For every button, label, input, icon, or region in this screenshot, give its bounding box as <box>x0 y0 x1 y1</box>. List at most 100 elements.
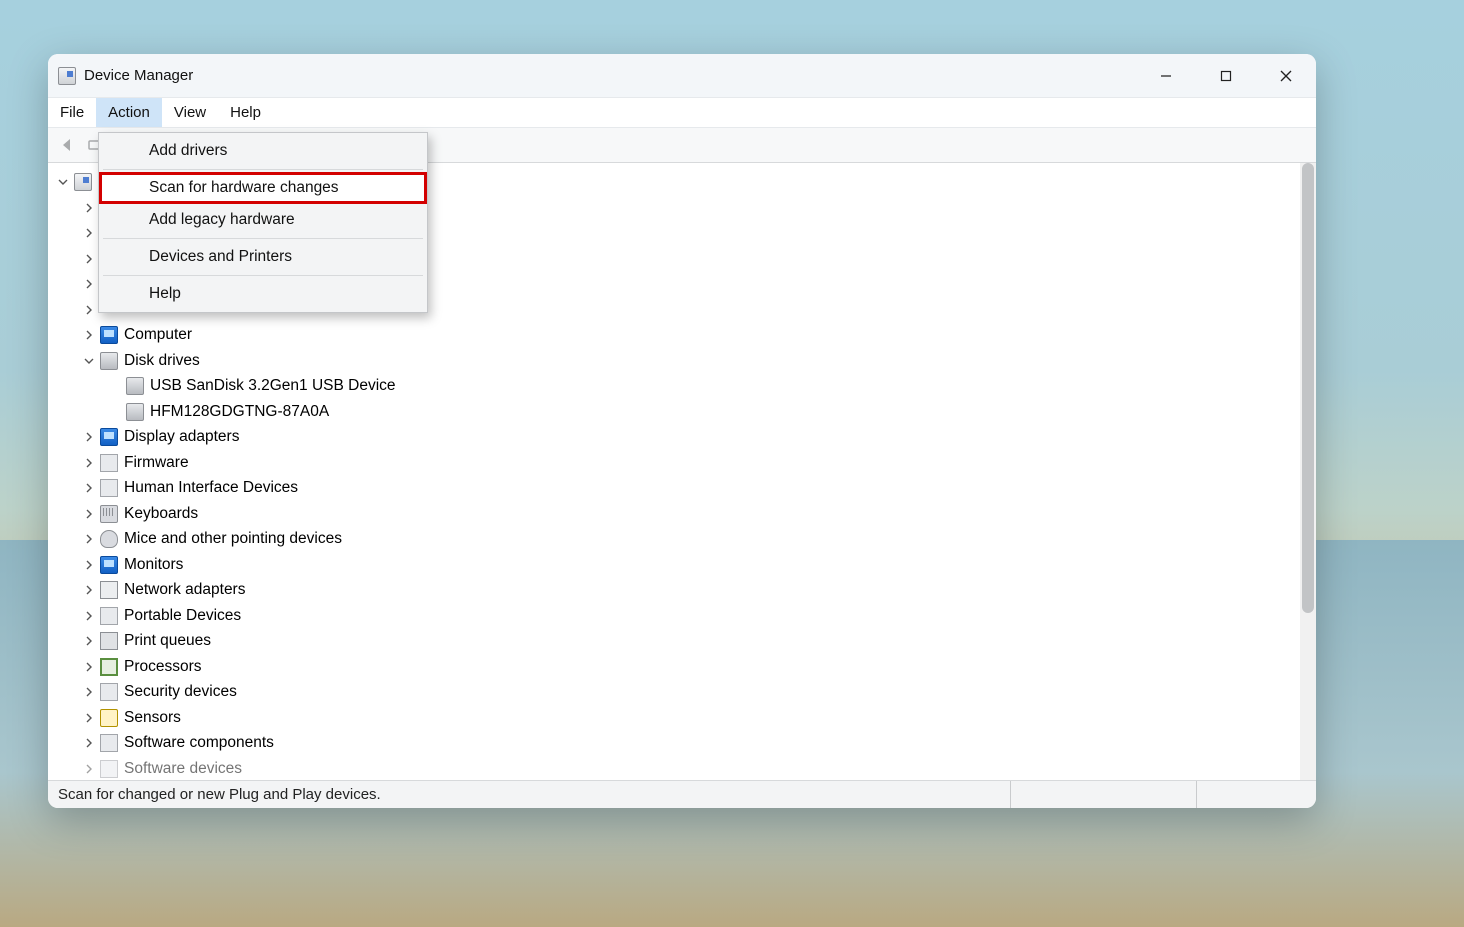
tree-node-mice[interactable]: Mice and other pointing devices <box>54 526 1312 552</box>
tree-label: Network adapters <box>124 581 245 599</box>
tree-node-sensors[interactable]: Sensors <box>54 705 1312 731</box>
menu-item-scan-hardware[interactable]: Scan for hardware changes <box>99 172 427 204</box>
tree-node-display[interactable]: Display adapters <box>54 424 1312 450</box>
tree-label: Sensors <box>124 709 181 727</box>
menu-item-add-drivers[interactable]: Add drivers <box>99 135 427 167</box>
device-manager-window: Device Manager File Action View Help <box>48 54 1316 808</box>
close-button[interactable] <box>1256 54 1316 98</box>
chevron-right-icon[interactable] <box>82 609 96 623</box>
tree-node-firmware[interactable]: Firmware <box>54 450 1312 476</box>
chevron-right-icon[interactable] <box>82 481 96 495</box>
chevron-right-icon[interactable] <box>82 660 96 674</box>
menu-separator <box>103 238 423 239</box>
chevron-right-icon[interactable] <box>82 711 96 725</box>
vertical-scrollbar[interactable] <box>1300 163 1316 780</box>
tree-node-processors[interactable]: Processors <box>54 654 1312 680</box>
chevron-down-icon[interactable] <box>56 175 70 189</box>
tree-node-security[interactable]: Security devices <box>54 679 1312 705</box>
tree-label: Print queues <box>124 632 211 650</box>
tree-label: Software components <box>124 734 274 752</box>
chevron-right-icon[interactable] <box>82 762 96 776</box>
computer-root-icon <box>74 173 92 191</box>
action-menu-dropdown: Add drivers Scan for hardware changes Ad… <box>98 132 428 313</box>
software-components-icon <box>100 734 118 752</box>
close-icon <box>1280 70 1292 82</box>
tree-node-print[interactable]: Print queues <box>54 628 1312 654</box>
tree-node-hid[interactable]: Human Interface Devices <box>54 475 1312 501</box>
tree-label: Portable Devices <box>124 607 241 625</box>
chevron-right-icon[interactable] <box>82 303 96 317</box>
disk-icon <box>126 377 144 395</box>
menu-help[interactable]: Help <box>218 98 273 127</box>
mice-icon <box>100 530 118 548</box>
minimize-icon <box>1160 70 1172 82</box>
tree-label: Monitors <box>124 556 183 574</box>
security-devices-icon <box>100 683 118 701</box>
chevron-right-icon[interactable] <box>82 328 96 342</box>
display-adapters-icon <box>100 428 118 446</box>
window-title: Device Manager <box>84 67 193 84</box>
print-queues-icon <box>100 632 118 650</box>
menu-item-devices-printers[interactable]: Devices and Printers <box>99 241 427 273</box>
minimize-button[interactable] <box>1136 54 1196 98</box>
chevron-right-icon[interactable] <box>82 226 96 240</box>
menu-separator <box>103 169 423 170</box>
status-text: Scan for changed or new Plug and Play de… <box>48 786 381 803</box>
menu-separator <box>103 275 423 276</box>
maximize-icon <box>1220 70 1232 82</box>
tree-label: USB SanDisk 3.2Gen1 USB Device <box>150 377 396 395</box>
tree-node-software-components[interactable]: Software components <box>54 730 1312 756</box>
menu-action[interactable]: Action <box>96 98 162 127</box>
arrow-left-icon <box>58 136 76 154</box>
firmware-icon <box>100 454 118 472</box>
tree-node-network[interactable]: Network adapters <box>54 577 1312 603</box>
computer-icon <box>100 326 118 344</box>
hid-icon <box>100 479 118 497</box>
portable-devices-icon <box>100 607 118 625</box>
tree-label: Firmware <box>124 454 189 472</box>
chevron-right-icon[interactable] <box>82 430 96 444</box>
chevron-right-icon[interactable] <box>82 532 96 546</box>
chevron-right-icon[interactable] <box>82 456 96 470</box>
tree-label: Computer <box>124 326 192 344</box>
chevron-right-icon[interactable] <box>82 583 96 597</box>
sensors-icon <box>100 709 118 727</box>
menu-item-help[interactable]: Help <box>99 278 427 310</box>
tree-label: Mice and other pointing devices <box>124 530 342 548</box>
tree-node-disk-drives[interactable]: Disk drives <box>54 348 1312 374</box>
menu-file[interactable]: File <box>48 98 96 127</box>
chevron-right-icon[interactable] <box>82 634 96 648</box>
network-icon <box>100 581 118 599</box>
chevron-down-icon[interactable] <box>82 354 96 368</box>
tree-label: Human Interface Devices <box>124 479 298 497</box>
monitors-icon <box>100 556 118 574</box>
maximize-button[interactable] <box>1196 54 1256 98</box>
chevron-right-icon[interactable] <box>82 277 96 291</box>
scrollbar-thumb[interactable] <box>1302 163 1314 613</box>
chevron-right-icon[interactable] <box>82 507 96 521</box>
tree-node-keyboards[interactable]: Keyboards <box>54 501 1312 527</box>
toolbar-back-button[interactable] <box>54 132 80 158</box>
menu-view[interactable]: View <box>162 98 218 127</box>
tree-label: Disk drives <box>124 352 200 370</box>
chevron-right-icon[interactable] <box>82 201 96 215</box>
titlebar: Device Manager <box>48 54 1316 98</box>
tree-label: Software devices <box>124 760 242 778</box>
disk-drives-icon <box>100 352 118 370</box>
tree-node-computer[interactable]: Computer <box>54 322 1312 348</box>
statusbar-cell <box>1196 781 1316 808</box>
window-controls <box>1136 54 1316 98</box>
tree-leaf-disk1[interactable]: USB SanDisk 3.2Gen1 USB Device <box>54 373 1312 399</box>
chevron-right-icon[interactable] <box>82 558 96 572</box>
tree-leaf-disk2[interactable]: HFM128GDGTNG-87A0A <box>54 399 1312 425</box>
tree-label: HFM128GDGTNG-87A0A <box>150 403 329 421</box>
chevron-right-icon[interactable] <box>82 252 96 266</box>
tree-node-portable[interactable]: Portable Devices <box>54 603 1312 629</box>
chevron-right-icon[interactable] <box>82 736 96 750</box>
menu-item-add-legacy[interactable]: Add legacy hardware <box>99 204 427 236</box>
software-devices-icon <box>100 760 118 778</box>
tree-node-monitors[interactable]: Monitors <box>54 552 1312 578</box>
processors-icon <box>100 658 118 676</box>
chevron-right-icon[interactable] <box>82 685 96 699</box>
tree-node-software-devices[interactable]: Software devices <box>54 756 1312 781</box>
